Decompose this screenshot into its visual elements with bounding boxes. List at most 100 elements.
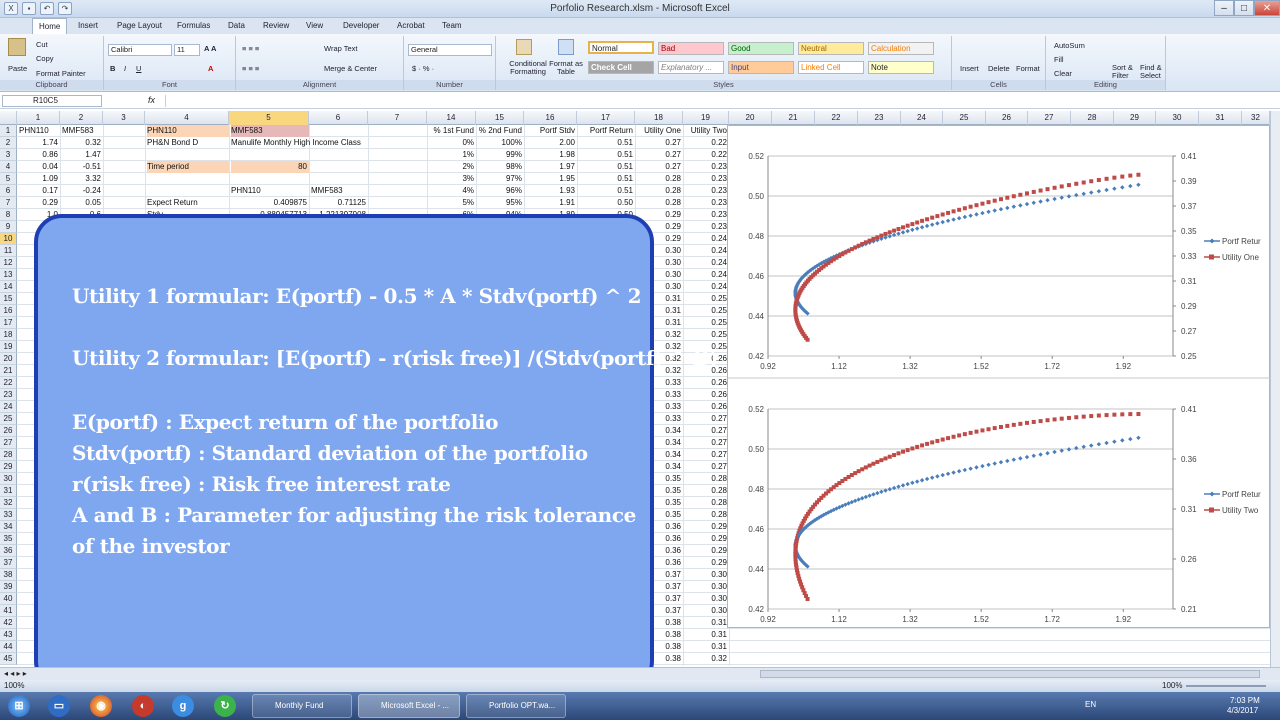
cell[interactable]: 0.25 <box>683 329 729 341</box>
column-header[interactable]: 20 <box>729 111 772 125</box>
cell[interactable] <box>311 149 370 161</box>
row-header[interactable]: 6 <box>0 185 17 197</box>
column-header[interactable]: 6 <box>309 111 368 125</box>
row-header[interactable]: 37 <box>0 557 17 569</box>
cell[interactable]: 0.25 <box>683 305 729 317</box>
italic-button[interactable]: I <box>124 64 126 73</box>
cell[interactable]: 0.25 <box>683 317 729 329</box>
cell[interactable]: 98% <box>476 161 524 173</box>
row-header[interactable]: 44 <box>0 641 17 653</box>
clear-button[interactable]: Clear <box>1054 69 1072 78</box>
close-button[interactable]: ✕ <box>1254 0 1280 16</box>
fx-icon[interactable]: fx <box>148 95 155 105</box>
cell[interactable]: 0.51 <box>577 173 635 185</box>
column-header[interactable]: 4 <box>145 111 229 125</box>
tab-team[interactable]: Team <box>442 18 462 34</box>
zoom-slider[interactable] <box>1186 685 1266 687</box>
find-select-button[interactable]: Find & Select <box>1140 64 1166 80</box>
cell[interactable]: 0.51 <box>577 149 635 161</box>
cell[interactable]: 0.24 <box>683 269 729 281</box>
font-size-select[interactable]: 11 <box>174 44 200 56</box>
cell[interactable]: MMF583 <box>231 125 309 137</box>
cell[interactable]: 0.24 <box>683 245 729 257</box>
cell[interactable]: 0.51 <box>577 161 635 173</box>
row-header[interactable]: 11 <box>0 245 17 257</box>
column-header[interactable]: 14 <box>427 111 476 125</box>
maximize-button[interactable]: □ <box>1234 0 1254 16</box>
cell[interactable]: 0.26 <box>683 389 729 401</box>
tab-developer[interactable]: Developer <box>343 18 379 34</box>
taskbar-item-excel[interactable]: Microsoft Excel - ... <box>358 694 460 718</box>
style-note[interactable]: Note <box>868 61 934 74</box>
row-header[interactable]: 14 <box>0 281 17 293</box>
tab-data[interactable]: Data <box>228 18 245 34</box>
chrome-icon[interactable]: ◉ <box>90 695 112 717</box>
cell[interactable]: 1.47 <box>60 149 103 161</box>
cell[interactable]: 80 <box>231 161 309 173</box>
column-header[interactable]: 22 <box>815 111 858 125</box>
cell[interactable]: 0.30 <box>683 593 729 605</box>
cell[interactable]: 0.23 <box>683 221 729 233</box>
app2-icon[interactable]: g <box>172 695 194 717</box>
row-header[interactable]: 25 <box>0 413 17 425</box>
cell[interactable]: 0.51 <box>577 185 635 197</box>
column-header[interactable]: 1 <box>17 111 60 125</box>
cell[interactable]: 0.30 <box>683 569 729 581</box>
row-header[interactable]: 2 <box>0 137 17 149</box>
cell[interactable] <box>311 161 370 173</box>
fill-button[interactable]: Fill <box>1054 55 1064 64</box>
cell[interactable]: 1.95 <box>524 173 577 185</box>
row-header[interactable]: 43 <box>0 629 17 641</box>
format-cells-button[interactable]: Format <box>1016 64 1040 73</box>
cell[interactable]: 0.31 <box>683 641 729 653</box>
column-header[interactable]: 21 <box>772 111 815 125</box>
style-check-cell[interactable]: Check Cell <box>588 61 654 74</box>
column-header[interactable]: 16 <box>524 111 577 125</box>
cell[interactable]: 0.22 <box>683 137 729 149</box>
column-header[interactable]: 25 <box>943 111 986 125</box>
row-header[interactable]: 41 <box>0 605 17 617</box>
column-header[interactable]: 7 <box>368 111 427 125</box>
explorer-icon[interactable]: ▭ <box>48 695 70 717</box>
column-title[interactable]: Portf Stdv <box>524 125 577 137</box>
cell[interactable]: 0.23 <box>683 197 729 209</box>
column-header[interactable]: 17 <box>577 111 635 125</box>
row-header[interactable]: 35 <box>0 533 17 545</box>
format-painter-button[interactable]: Format Painter <box>36 69 86 78</box>
row-header[interactable]: 27 <box>0 437 17 449</box>
cell[interactable]: 0.50 <box>577 197 635 209</box>
tab-home[interactable]: Home <box>32 18 68 34</box>
row-header[interactable]: 21 <box>0 365 17 377</box>
paste-button[interactable]: Paste <box>8 64 27 73</box>
cell[interactable]: Time period <box>147 161 229 173</box>
cell[interactable]: 0.26 <box>683 401 729 413</box>
align-left-icon[interactable]: ≡ ≡ ≡ <box>242 64 259 73</box>
column-header[interactable]: 31 <box>1199 111 1242 125</box>
cell[interactable]: 0.30 <box>683 605 729 617</box>
row-header[interactable]: 45 <box>0 653 17 665</box>
cell[interactable]: 0.28 <box>683 509 729 521</box>
cell[interactable]: 0.23 <box>683 173 729 185</box>
row-header[interactable]: 40 <box>0 593 17 605</box>
row-header[interactable]: 24 <box>0 401 17 413</box>
cell[interactable]: 0% <box>427 137 476 149</box>
cell[interactable]: 1.93 <box>524 185 577 197</box>
cell[interactable]: 0.27 <box>683 449 729 461</box>
number-format-select[interactable]: General <box>408 44 492 56</box>
cell[interactable]: 1.74 <box>17 137 60 149</box>
cell[interactable]: 0.409875 <box>231 197 309 209</box>
row-header[interactable]: 22 <box>0 377 17 389</box>
style-calculation[interactable]: Calculation <box>868 42 934 55</box>
cell[interactable]: 0.23 <box>683 161 729 173</box>
select-all-button[interactable] <box>0 111 17 125</box>
cell[interactable]: 0.29 <box>683 521 729 533</box>
row-header[interactable]: 15 <box>0 293 17 305</box>
cell[interactable]: 2% <box>427 161 476 173</box>
column-header[interactable]: 19 <box>683 111 729 125</box>
underline-button[interactable]: U <box>136 64 141 73</box>
cell[interactable]: 1.98 <box>524 149 577 161</box>
cell[interactable]: MMF583 <box>311 185 370 197</box>
cell[interactable]: 2.00 <box>524 137 577 149</box>
column-title[interactable]: Portf Return <box>577 125 635 137</box>
row-header[interactable]: 39 <box>0 581 17 593</box>
